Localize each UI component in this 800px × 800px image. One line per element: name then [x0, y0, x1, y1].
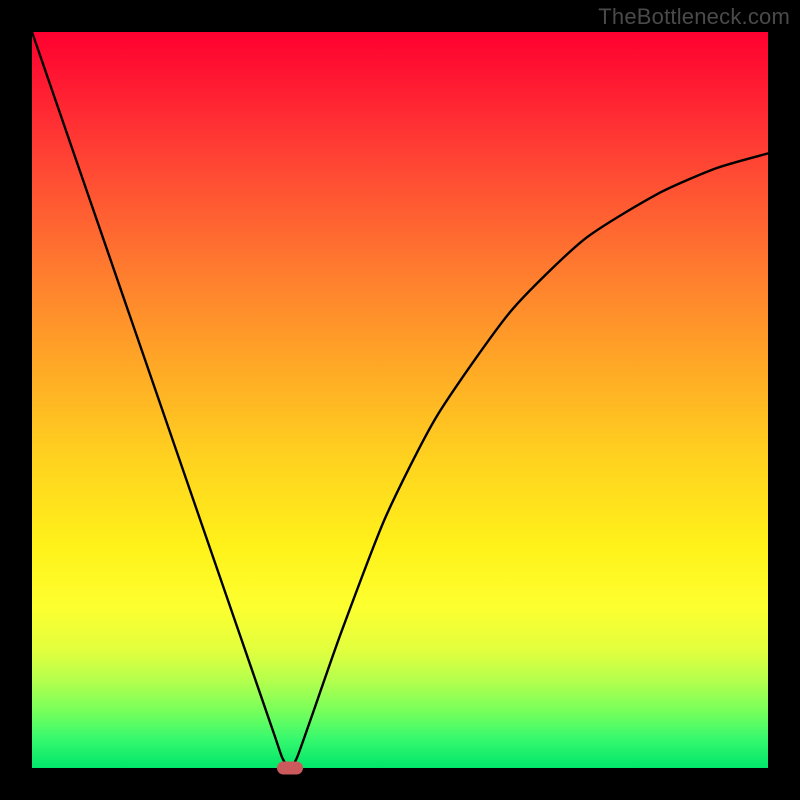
- optimum-marker: [277, 762, 303, 775]
- watermark-text: TheBottleneck.com: [598, 4, 790, 30]
- bottleneck-curve: [32, 32, 768, 768]
- plot-area: [32, 32, 768, 768]
- chart-frame: TheBottleneck.com: [0, 0, 800, 800]
- curve-svg: [32, 32, 768, 768]
